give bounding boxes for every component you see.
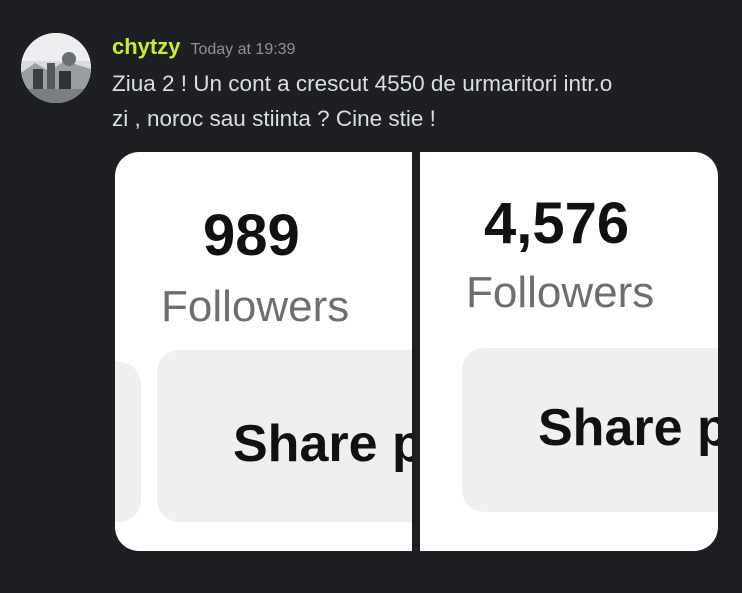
message-header: chytzy Today at 19:39 <box>112 34 295 62</box>
followers-label: Followers <box>466 268 655 317</box>
follower-count: 4,576 <box>484 191 630 256</box>
share-profile-button: Share p <box>157 350 412 522</box>
image-attachment-after[interactable]: 4,576 Followers Share p <box>420 152 718 551</box>
message-text: Ziua 2 ! Un cont a crescut 4550 de urmar… <box>112 66 722 136</box>
share-button-label: Share p <box>233 415 412 473</box>
follower-count: 989 <box>203 203 300 268</box>
username[interactable]: chytzy <box>112 34 180 59</box>
chat-message: chytzy Today at 19:39 Ziua 2 ! Un cont a … <box>0 0 742 593</box>
share-profile-button: Share p <box>462 348 718 512</box>
user-avatar[interactable] <box>21 33 91 103</box>
profile-button-partial <box>115 362 141 522</box>
message-timestamp: Today at 19:39 <box>190 41 296 58</box>
message-text-line-2: zi , noroc sau stiinta ? Cine stie ! <box>112 106 436 131</box>
image-attachment-before[interactable]: 989 Followers Share p <box>115 152 412 551</box>
followers-label: Followers <box>161 282 350 331</box>
share-button-label: Share p <box>538 399 718 457</box>
avatar-photo-icon <box>21 33 91 103</box>
message-text-line-1: Ziua 2 ! Un cont a crescut 4550 de urmar… <box>112 71 613 96</box>
